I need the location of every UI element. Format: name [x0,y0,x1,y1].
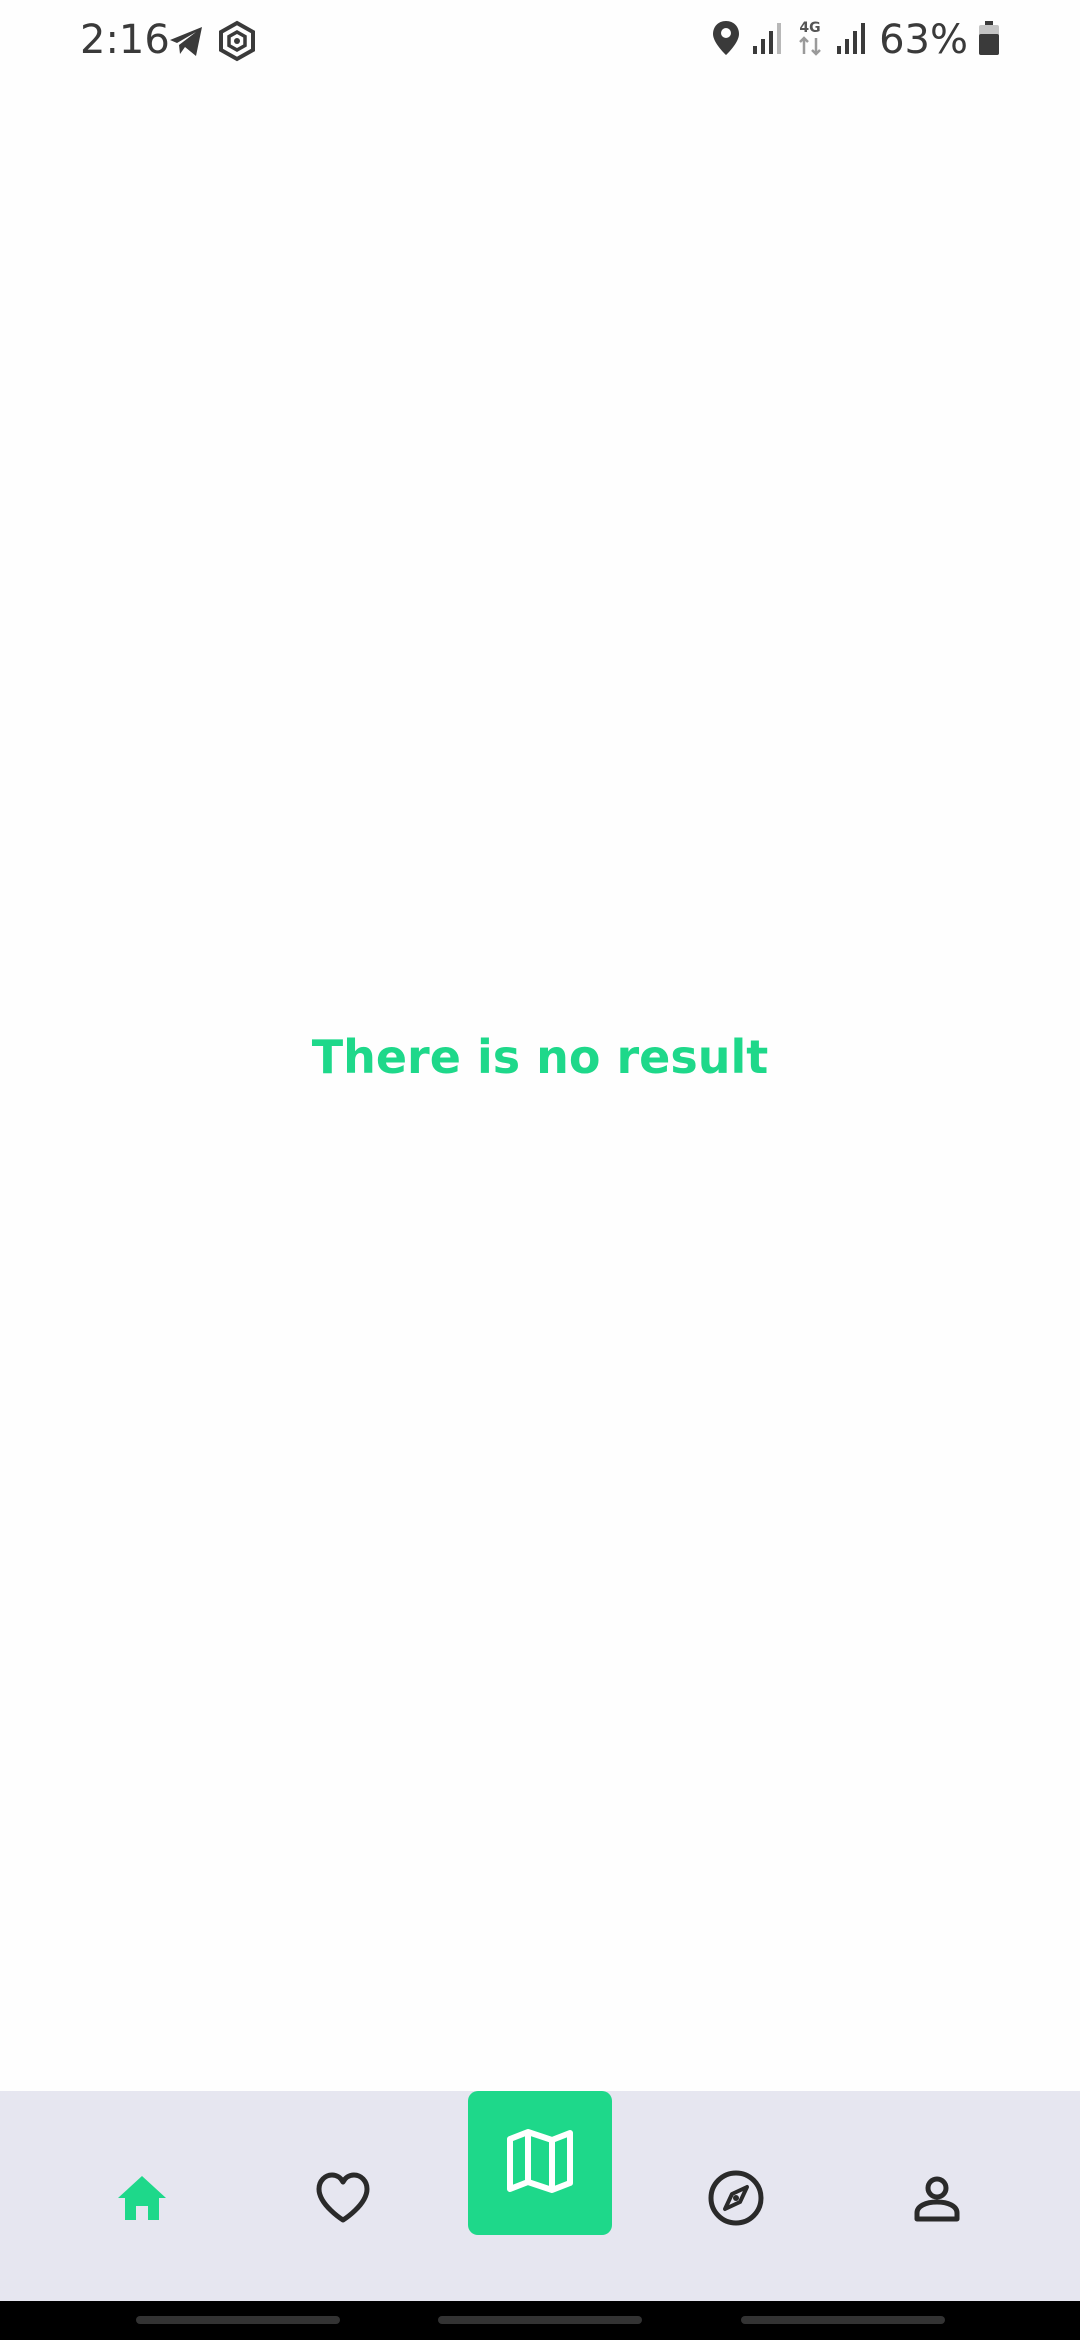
network-type-icon: 4G [795,18,825,63]
status-bar: 2:16 4G 63% [0,0,1080,84]
gesture-pill[interactable] [438,2316,642,2324]
map-icon [504,2125,576,2202]
battery-icon [978,19,1000,62]
telegram-icon [166,21,206,66]
empty-result-message: There is no result [311,1030,769,1084]
nav-favorites[interactable] [303,2160,383,2240]
heart-icon [314,2171,372,2230]
nav-map-button[interactable] [468,2091,612,2235]
signal-icon [751,20,785,61]
battery-percentage: 63% [879,17,968,63]
profile-icon [912,2173,962,2228]
compass-icon [707,2169,765,2232]
gesture-pill[interactable] [741,2316,945,2324]
nav-home[interactable] [102,2160,182,2240]
signal-icon [835,20,869,61]
nav-explore[interactable] [696,2160,776,2240]
status-left-icons [166,20,258,67]
gesture-pill[interactable] [136,2316,340,2324]
vpn-shield-icon [216,20,258,67]
nav-profile[interactable] [897,2160,977,2240]
network-type-label: 4G [799,20,820,36]
status-right-icons: 4G 63% [711,17,1000,63]
status-time: 2:16 [80,17,170,63]
home-icon [114,2172,170,2229]
location-icon [711,19,741,62]
